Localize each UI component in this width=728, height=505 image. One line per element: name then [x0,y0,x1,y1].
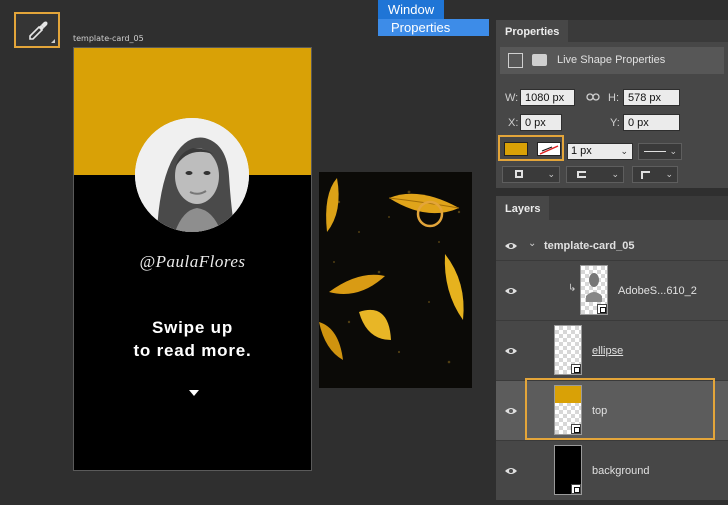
y-field[interactable]: 0 px [623,114,680,131]
y-label: Y: [610,117,620,129]
solid-line-icon [644,151,666,152]
layer-row-smart-object[interactable]: ↳ AdobeS...610_2 [496,260,728,320]
stroke-color-swatch[interactable] [537,142,561,156]
section-title: Live Shape Properties [557,54,666,66]
shape-layer-badge-icon [571,484,581,494]
stroke-type-dropdown[interactable]: ⌄ [638,143,682,160]
artboard[interactable]: @PaulaFlores Swipe up to read more. [73,47,312,471]
layer-name: background [592,465,650,477]
tab-properties[interactable]: Properties [496,20,569,44]
corner-icon [641,171,650,179]
x-field[interactable]: 0 px [520,114,562,131]
fill-color-swatch[interactable] [504,142,528,156]
height-field[interactable]: 578 px [623,89,680,106]
leaves-image[interactable] [319,172,472,388]
properties-panel: Properties Live Shape Properties W: 1080… [496,20,728,188]
tool-flyout-indicator [51,39,55,43]
artboard-label[interactable]: template-card_05 [73,34,144,43]
visibility-eye-icon[interactable] [504,346,518,356]
layer-thumbnail [554,445,582,495]
chevron-down-icon: ⌄ [611,169,619,179]
clipping-arrow-icon: ↳ [568,283,577,294]
selected-layer-highlight [525,378,715,440]
stroke-caps-dropdown[interactable]: ⌄ [566,166,624,183]
mask-icon[interactable] [532,54,547,66]
cta-line-1: Swipe up [151,318,233,337]
profile-photo [135,118,249,232]
group-expand-chevron-icon[interactable]: ⌄ [528,238,536,249]
menu-item-properties[interactable]: Properties [378,19,489,36]
cta-line-2: to read more. [133,341,252,360]
layer-thumbnail [580,265,608,315]
eyedropper-tool-button[interactable] [14,12,60,48]
fill-stroke-swatches [498,135,564,161]
visibility-eye-icon[interactable] [504,466,518,476]
layer-name: AdobeS...610_2 [618,285,697,297]
cta-text: Swipe up to read more. [74,316,311,362]
stroke-corners-dropdown[interactable]: ⌄ [632,166,678,183]
h-label: H: [608,92,619,104]
chevron-down-icon: ⌄ [547,169,555,179]
stroke-width-value: 1 px [571,145,592,157]
cap-icon [577,171,586,178]
visibility-eye-icon[interactable] [504,286,518,296]
x-label: X: [508,117,519,129]
layer-thumbnail [554,325,582,375]
chevron-down-icon: ⌄ [665,169,673,179]
layer-name: ellipse [592,345,624,357]
link-icon[interactable] [586,92,600,102]
window-menu[interactable]: Window [378,0,444,19]
layers-panel: Layers ⌄ template-card_05 ↳ AdobeS...610… [496,196,728,500]
username-text: @PaulaFlores [139,252,246,271]
live-shape-header: Live Shape Properties [500,47,724,74]
layer-row-ellipse[interactable]: ellipse [496,320,728,380]
align-stroke-icon [515,170,523,178]
tab-layers[interactable]: Layers [496,196,550,222]
stroke-width-dropdown[interactable]: 1 px ⌄ [567,143,633,160]
chevron-down-icon: ⌄ [669,146,677,156]
visibility-eye-icon[interactable] [504,241,518,251]
group-name: template-card_05 [544,240,635,252]
chevron-down-icon: ⌄ [620,146,628,156]
down-arrow-icon [189,390,199,396]
eyedropper-icon [29,21,48,40]
layer-row-background[interactable]: background [496,440,728,500]
w-label: W: [505,92,519,104]
width-field[interactable]: 1080 px [520,89,575,106]
shape-layer-badge-icon [571,364,581,374]
stroke-align-dropdown[interactable]: ⌄ [502,166,560,183]
visibility-eye-icon[interactable] [504,406,518,416]
smart-object-badge-icon [597,304,607,314]
transform-icon[interactable] [508,53,523,68]
layer-group-row[interactable]: ⌄ template-card_05 [496,232,728,260]
